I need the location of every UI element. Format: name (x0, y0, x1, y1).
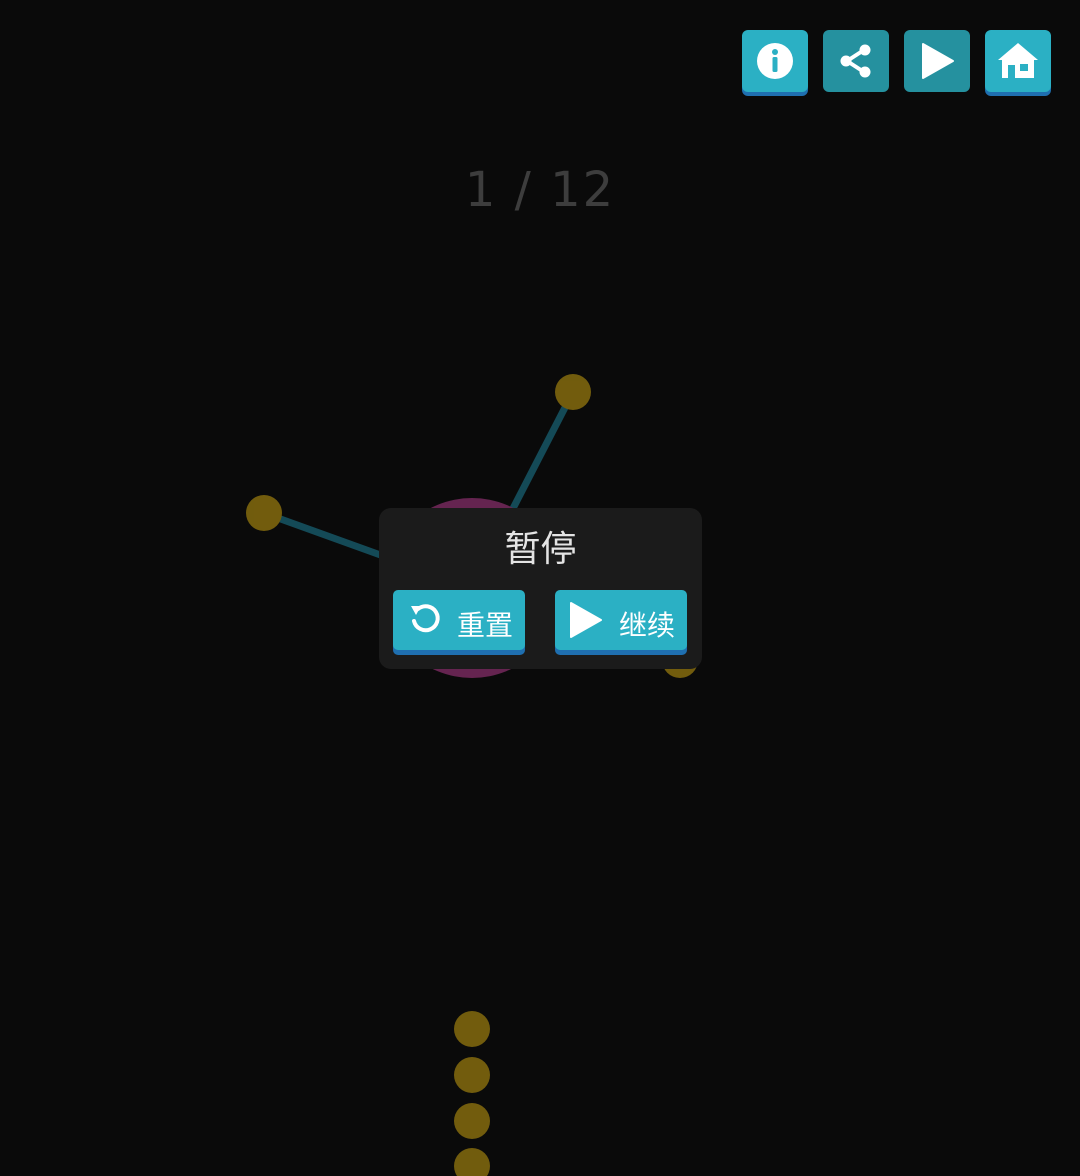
pause-dialog: 暂停 重置 继续 (379, 508, 702, 669)
queued-dot (454, 1011, 490, 1047)
home-icon (998, 43, 1038, 78)
queued-dot (454, 1103, 490, 1139)
play-icon (922, 43, 954, 79)
play-icon (570, 602, 602, 638)
home-button[interactable] (985, 30, 1051, 92)
game-screen: 1 / 12 暂停 重置 继续 (0, 0, 1080, 1176)
reset-button[interactable]: 重置 (393, 590, 525, 650)
info-button[interactable] (742, 30, 808, 92)
pin-dot (246, 495, 282, 531)
pause-title: 暂停 (504, 529, 577, 570)
reset-label: 重置 (457, 609, 514, 642)
resume-label: 继续 (619, 609, 676, 642)
queued-dot (454, 1057, 490, 1093)
share-icon (840, 44, 871, 78)
restart-icon (411, 604, 440, 633)
info-icon (757, 43, 793, 79)
queued-dot (454, 1148, 490, 1176)
level-counter: 1 / 12 (464, 162, 616, 218)
pin-dot (555, 374, 591, 410)
share-button[interactable] (823, 30, 889, 92)
play-button[interactable] (904, 30, 970, 92)
resume-button[interactable]: 继续 (555, 590, 687, 650)
